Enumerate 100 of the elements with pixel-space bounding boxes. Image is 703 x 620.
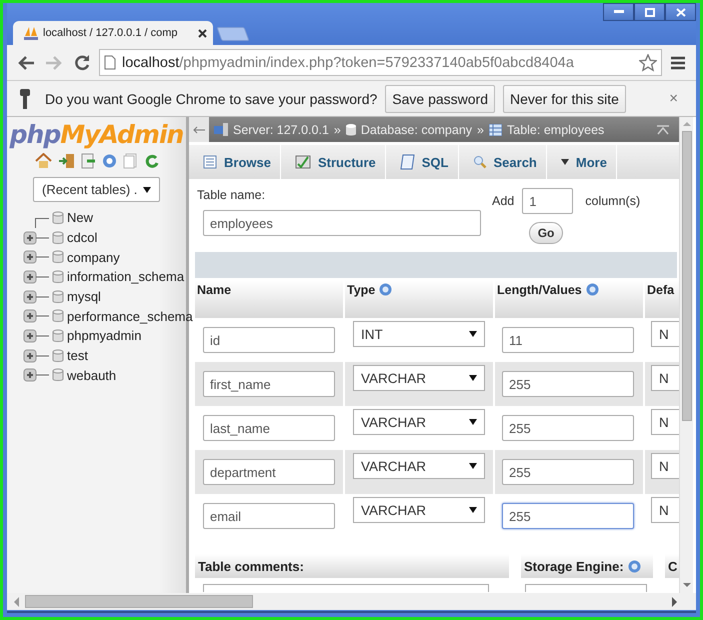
breadcrumb-link[interactable]: Database: company bbox=[360, 122, 472, 136]
default-dropdown[interactable]: N bbox=[651, 409, 679, 435]
length-field[interactable]: 11 bbox=[502, 327, 634, 353]
close-button[interactable]: × bbox=[663, 89, 684, 108]
infobar-button[interactable]: Never for this site bbox=[503, 84, 626, 112]
minimize-button[interactable] bbox=[603, 3, 634, 21]
column-name-field[interactable]: id bbox=[203, 327, 335, 353]
type-dropdown[interactable]: VARCHAR bbox=[353, 497, 485, 523]
structure-icon bbox=[294, 155, 311, 169]
breadcrumb-link[interactable]: Server: 127.0.0.1 bbox=[233, 122, 329, 136]
help-icon[interactable] bbox=[102, 153, 116, 169]
database-item[interactable]: cdcol bbox=[67, 230, 98, 246]
forward-icon bbox=[45, 54, 63, 70]
column-name-field[interactable]: email bbox=[203, 503, 335, 529]
tab-title: localhost / 127.0.0.1 / comp bbox=[43, 27, 179, 39]
length-field[interactable]: 255 bbox=[502, 415, 634, 441]
close-button[interactable] bbox=[665, 3, 696, 21]
type-dropdown[interactable]: VARCHAR bbox=[353, 365, 485, 391]
address-bar[interactable]: localhost/phpmyadmin/index.php?token=5792337140ab5f0abcd8404a bbox=[99, 49, 662, 76]
expand-icon[interactable] bbox=[23, 348, 49, 363]
default-dropdown[interactable]: N bbox=[651, 365, 679, 391]
help-icon[interactable] bbox=[628, 560, 641, 572]
breadcrumb-link[interactable]: Table: employees bbox=[507, 122, 604, 136]
expand-icon[interactable] bbox=[23, 270, 49, 284]
database-item[interactable]: mysql bbox=[67, 289, 101, 304]
scroll-left-icon[interactable] bbox=[13, 596, 21, 606]
column-count-field[interactable]: 1 bbox=[522, 188, 574, 214]
table-icon bbox=[489, 124, 502, 136]
table-name-field[interactable]: employees bbox=[203, 210, 481, 236]
table-comments-field[interactable] bbox=[203, 584, 489, 592]
menu-tab[interactable]: SQL bbox=[386, 145, 458, 179]
scrollbar-thumb[interactable] bbox=[682, 131, 692, 421]
save-password-message: Do you want Google Chrome to save your password? bbox=[45, 90, 378, 106]
database-item[interactable]: New bbox=[67, 210, 94, 226]
length-field[interactable]: 255 bbox=[502, 459, 634, 485]
vertical-scrollbar[interactable] bbox=[679, 117, 693, 593]
default-dropdown[interactable]: N bbox=[651, 453, 679, 479]
caret-icon bbox=[469, 330, 477, 338]
menu-tab[interactable]: Structure bbox=[280, 145, 386, 179]
maximize-button[interactable] bbox=[634, 3, 665, 21]
column-name-field[interactable]: first_name bbox=[203, 371, 335, 397]
collapse-icon[interactable] bbox=[657, 124, 669, 134]
scrollbar-thumb[interactable] bbox=[25, 595, 253, 608]
caret-icon bbox=[143, 186, 151, 194]
table-comments-header: Table comments: bbox=[195, 554, 509, 578]
expand-icon[interactable] bbox=[23, 309, 49, 324]
new-tab-button[interactable] bbox=[216, 27, 250, 41]
column-name-field[interactable]: last_name bbox=[203, 415, 335, 441]
recent-tables-dropdown[interactable]: (Recent tables) . bbox=[33, 177, 160, 202]
database-item[interactable]: test bbox=[67, 348, 88, 364]
scroll-right-icon[interactable] bbox=[670, 596, 678, 606]
infobar-button[interactable]: Save password bbox=[385, 84, 495, 112]
back-button[interactable] bbox=[189, 117, 209, 142]
url-path: /phpmyadmin/index.php?token=5792337140ab5f0abcd8404a bbox=[179, 54, 575, 70]
expand-icon[interactable] bbox=[23, 230, 49, 245]
help-icon[interactable] bbox=[586, 283, 599, 296]
expand-icon[interactable] bbox=[23, 250, 49, 264]
reload-icon bbox=[73, 54, 91, 72]
breadcrumb-separator: » bbox=[477, 122, 484, 136]
type-dropdown[interactable]: VARCHAR bbox=[353, 409, 485, 435]
help-icon[interactable] bbox=[379, 283, 392, 296]
column-header: C bbox=[665, 554, 679, 578]
default-dropdown[interactable]: N bbox=[651, 321, 679, 347]
home-icon[interactable] bbox=[34, 153, 52, 169]
type-dropdown[interactable]: INT bbox=[353, 321, 485, 347]
reload-icon[interactable] bbox=[144, 153, 158, 169]
expand-icon[interactable] bbox=[23, 290, 49, 304]
menu-tab[interactable]: Search bbox=[458, 145, 547, 179]
column-name-field[interactable]: department bbox=[203, 459, 335, 485]
close-icon[interactable] bbox=[198, 28, 207, 38]
database-icon bbox=[52, 328, 64, 343]
database-item[interactable]: company bbox=[67, 250, 120, 265]
length-field[interactable]: 255 bbox=[502, 503, 634, 529]
length-field[interactable]: 255 bbox=[502, 371, 634, 397]
table-icon bbox=[203, 155, 217, 169]
menu-tab[interactable]: More bbox=[546, 145, 617, 179]
expand-icon[interactable] bbox=[23, 368, 49, 382]
database-item[interactable]: phpmyadmin bbox=[67, 328, 142, 344]
close-icon bbox=[676, 8, 686, 16]
column-header: Length/Values bbox=[495, 280, 643, 318]
type-dropdown[interactable]: VARCHAR bbox=[353, 453, 485, 479]
browser-tab[interactable]: localhost / 127.0.0.1 / comp bbox=[13, 21, 213, 45]
exit-icon[interactable] bbox=[58, 153, 74, 169]
menu-tab[interactable]: Browse bbox=[189, 145, 281, 179]
add-label: Add bbox=[492, 194, 514, 208]
storage-engine-header: Storage Engine: bbox=[521, 554, 653, 578]
database-item[interactable]: webauth bbox=[67, 368, 116, 383]
phpmyadmin-logo[interactable]: phpMyAdmin bbox=[10, 120, 184, 149]
star-icon[interactable] bbox=[639, 54, 657, 72]
database-item[interactable]: information_schema bbox=[67, 269, 184, 284]
storage-engine-dropdown[interactable] bbox=[525, 584, 647, 592]
horizontal-scrollbar[interactable] bbox=[7, 593, 696, 610]
go-button[interactable]: Go bbox=[529, 222, 564, 244]
expand-icon[interactable] bbox=[23, 328, 49, 343]
database-item[interactable]: performance_schema bbox=[67, 308, 193, 324]
default-dropdown[interactable]: N bbox=[651, 497, 679, 523]
query-icon[interactable] bbox=[80, 153, 96, 169]
documents-icon[interactable] bbox=[122, 153, 138, 169]
sail-icon bbox=[23, 26, 39, 40]
server-icon bbox=[214, 123, 228, 136]
